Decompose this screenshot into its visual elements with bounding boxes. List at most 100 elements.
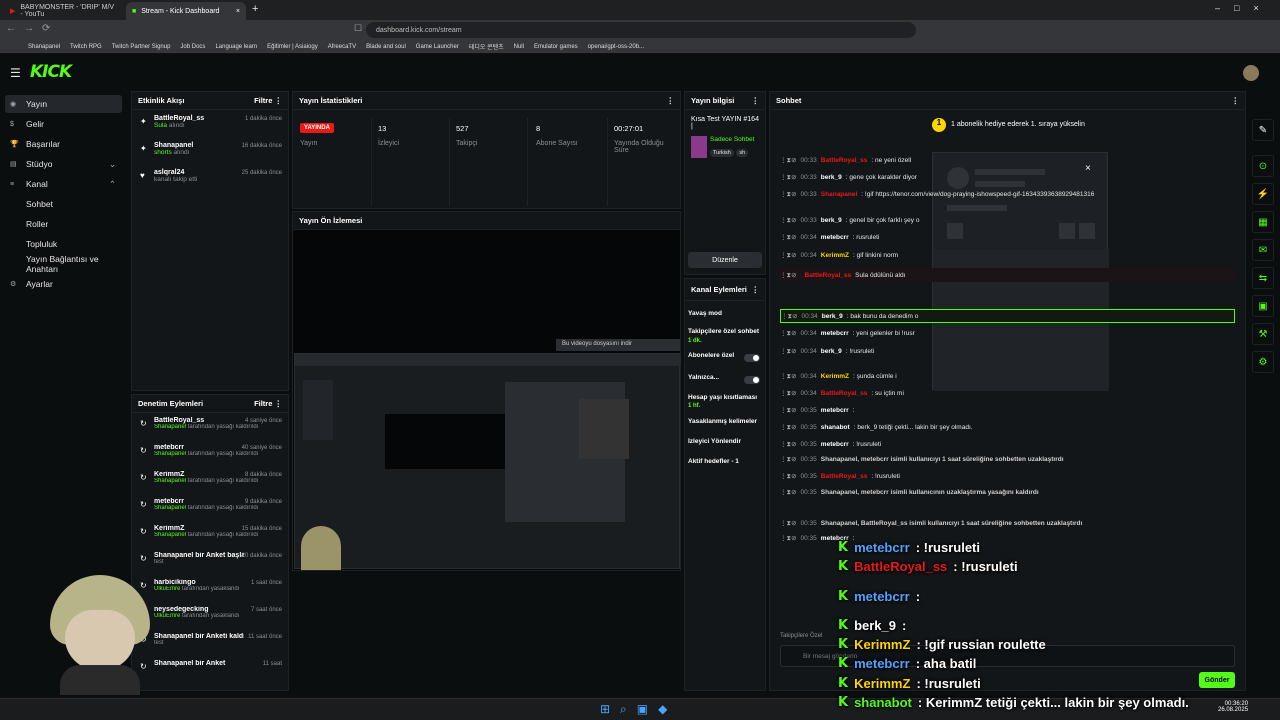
chat-action-icons[interactable]: ⋮⧗⊘ bbox=[780, 329, 797, 338]
download-video-button[interactable]: Bu videoyu dosyasını indir bbox=[556, 339, 680, 351]
more-icon[interactable]: ⋮ bbox=[752, 96, 760, 105]
bookmark-item[interactable]: Emulator games bbox=[534, 44, 578, 50]
rail-tool-icon[interactable]: ✎ bbox=[1252, 119, 1274, 141]
moderation-target[interactable]: neysedegecking bbox=[154, 606, 244, 613]
channel-action-item[interactable]: Yasaklanmış kelimeler bbox=[688, 418, 764, 425]
chat-username[interactable]: BattleRoyal_ss bbox=[821, 390, 868, 397]
channel-action-item[interactable]: Yalnızca... bbox=[688, 374, 764, 381]
moderator-name[interactable]: Shanapanel bbox=[154, 424, 186, 430]
chat-action-icons[interactable]: ⋮⧗⊘ bbox=[781, 312, 798, 321]
bookmark-item[interactable]: Twitch RPG bbox=[70, 44, 102, 50]
chat-username[interactable]: metebcrr bbox=[821, 441, 849, 448]
moderator-name[interactable]: Shanapanel bbox=[154, 451, 186, 457]
chat-action-icons[interactable]: ⋮⧗⊘ bbox=[780, 472, 797, 481]
more-icon[interactable]: ⋮ bbox=[275, 96, 283, 105]
bookmark-item[interactable]: Eğitimler | Asiaiogy bbox=[267, 44, 318, 50]
more-icon[interactable]: ⋮ bbox=[1232, 96, 1240, 105]
moderation-target[interactable]: Shanapanel bir Anketi kaldırdı bbox=[154, 633, 244, 640]
sidebar-item-ayarlar[interactable]: ⚙ Ayarlar bbox=[5, 275, 122, 293]
rail-tool-icon[interactable]: ✉ bbox=[1252, 239, 1274, 261]
bookmark-item[interactable]: openai/gpt-oss-20b... bbox=[588, 44, 644, 50]
edit-button[interactable]: Düzenle bbox=[688, 252, 762, 268]
sidebar-item-gelir[interactable]: $ Gelir bbox=[5, 115, 122, 133]
chat-username[interactable]: KerimmZ bbox=[821, 252, 849, 259]
moderation-target[interactable]: metebcrr bbox=[154, 498, 244, 505]
sidebar-item-yayın-bağlantısı-ve-anahtarı[interactable]: Yayın Bağlantısı ve Anahtarı bbox=[5, 254, 122, 274]
more-icon[interactable]: ⋮ bbox=[275, 399, 283, 408]
rail-tool-icon[interactable]: ⇆ bbox=[1252, 267, 1274, 289]
chat-action-icons[interactable]: ⋮⧗⊘ bbox=[780, 423, 797, 432]
chat-username[interactable]: Shanapanel bbox=[821, 191, 857, 198]
tag[interactable]: Turkish bbox=[710, 149, 734, 157]
chat-action-icons[interactable]: ⋮⧗⊘ bbox=[780, 190, 797, 199]
sidebar-item-topluluk[interactable]: Topluluk bbox=[5, 235, 122, 253]
chat-action-icons[interactable]: ⋮⧗⊘ bbox=[780, 488, 797, 497]
sidebar-item-yayın[interactable]: ◉ Yayın bbox=[5, 95, 122, 113]
chat-action-icons[interactable]: ⋮⧗⊘ bbox=[780, 271, 797, 280]
filter-button[interactable]: Filtre bbox=[254, 96, 272, 105]
moderation-target[interactable]: Shanapanel bir Anket bbox=[154, 660, 244, 667]
moderation-target[interactable]: metebcrr bbox=[154, 444, 244, 451]
moderation-target[interactable]: harbicikingo bbox=[154, 579, 244, 586]
chat-username[interactable]: shanabot bbox=[821, 424, 850, 431]
bookmark-item[interactable]: Twitch Partner Signup bbox=[112, 44, 171, 50]
more-icon[interactable]: ⋮ bbox=[752, 285, 760, 294]
chat-username[interactable]: BattleRoyal_ss bbox=[821, 473, 868, 480]
moderation-target[interactable]: BattleRoyal_ss bbox=[154, 417, 244, 424]
sidebar-item-başarılar[interactable]: 🏆 Başarılar bbox=[5, 135, 122, 153]
bookmark-icon[interactable]: ☐ bbox=[354, 23, 362, 34]
channel-action-item[interactable]: Abonelere özel bbox=[688, 352, 764, 359]
bookmark-item[interactable]: Null bbox=[514, 44, 524, 50]
chat-username[interactable]: metebcrr bbox=[821, 407, 849, 414]
rail-tool-icon[interactable]: ▦ bbox=[1252, 211, 1274, 233]
chat-action-icons[interactable]: ⋮⧗⊘ bbox=[780, 440, 797, 449]
chat-username[interactable]: berk_9 bbox=[821, 348, 842, 355]
moderator-name[interactable]: Shanapanel bbox=[154, 478, 186, 484]
sidebar-item-stüdyo[interactable]: ▤ Stüdyo ⌄ bbox=[5, 155, 122, 173]
chat-action-icons[interactable]: ⋮⧗⊘ bbox=[780, 233, 797, 242]
channel-action-item[interactable]: Takipçilere özel sohbet bbox=[688, 328, 764, 335]
filter-button[interactable]: Filtre bbox=[254, 399, 272, 408]
moderator-name[interactable]: Shanapanel bbox=[154, 532, 186, 538]
chat-action-icons[interactable]: ⋮⧗⊘ bbox=[780, 519, 797, 528]
channel-action-item[interactable]: İzleyici Yönlendir bbox=[688, 438, 764, 445]
chat-username[interactable]: berk_9 bbox=[821, 174, 842, 181]
chat-username[interactable]: berk_9 bbox=[822, 313, 843, 320]
rail-tool-icon[interactable]: ⚡ bbox=[1252, 183, 1274, 205]
chat-username[interactable]: metebcrr bbox=[821, 330, 849, 337]
moderation-target[interactable]: Shanapanel bir Anket başlattı bbox=[154, 552, 244, 559]
chat-action-icons[interactable]: ⋮⧗⊘ bbox=[780, 216, 797, 225]
avatar[interactable] bbox=[1243, 65, 1259, 81]
bookmark-item[interactable]: Language learn bbox=[215, 44, 257, 50]
new-tab-button[interactable]: + bbox=[252, 3, 258, 15]
sidebar-item-kanal[interactable]: ≡ Kanal ⌃ bbox=[5, 175, 122, 193]
chat-action-icons[interactable]: ⋮⧗⊘ bbox=[780, 534, 797, 543]
chat-username[interactable]: BattleRoyal_ss bbox=[821, 157, 868, 164]
channel-action-item[interactable]: Aktif hedefler - 1 bbox=[688, 458, 764, 465]
sidebar-item-roller[interactable]: Roller bbox=[5, 215, 122, 233]
moderation-target[interactable]: KerimmZ bbox=[154, 471, 244, 478]
chat-action-icons[interactable]: ⋮⧗⊘ bbox=[780, 455, 797, 464]
stream-preview-video[interactable] bbox=[294, 353, 681, 570]
bookmark-item[interactable]: Game Launcher bbox=[416, 44, 459, 50]
tab-youtube[interactable]: ▶ BABYMONSTER - 'DRIP' M/V - YouTu bbox=[4, 2, 124, 20]
send-button[interactable]: Gönder bbox=[1199, 672, 1235, 688]
bookmark-item[interactable]: Job Docs bbox=[180, 44, 205, 50]
bookmark-item[interactable]: 테디오 콘텐츠 bbox=[469, 42, 504, 51]
channel-action-item[interactable]: Yavaş mod bbox=[688, 310, 764, 317]
chat-action-icons[interactable]: ⋮⧗⊘ bbox=[780, 251, 797, 260]
more-icon[interactable]: ⋮ bbox=[667, 96, 675, 105]
chevron-icon[interactable]: ⌄ bbox=[109, 159, 116, 170]
close-tab-icon[interactable]: × bbox=[236, 8, 240, 15]
url-field[interactable]: dashboard.kick.com/stream bbox=[366, 22, 916, 38]
chat-username[interactable]: KerimmZ bbox=[821, 373, 849, 380]
chat-action-icons[interactable]: ⋮⧗⊘ bbox=[780, 347, 797, 356]
tab-kick-dashboard[interactable]: ■ Stream - Kick Dashboard × bbox=[126, 2, 246, 20]
channel-action-item[interactable]: Hesap yaşı kısıtlaması bbox=[688, 394, 764, 401]
nav-buttons[interactable]: ←→⟳ bbox=[6, 23, 58, 34]
menu-icon[interactable]: ☰ bbox=[10, 66, 21, 80]
chevron-icon[interactable]: ⌃ bbox=[109, 179, 116, 190]
window-controls[interactable]: –□× bbox=[1215, 3, 1273, 13]
taskbar-icons[interactable]: ⊞⌕▣◆ bbox=[600, 702, 677, 717]
chat-action-icons[interactable]: ⋮⧗⊘ bbox=[780, 389, 797, 398]
